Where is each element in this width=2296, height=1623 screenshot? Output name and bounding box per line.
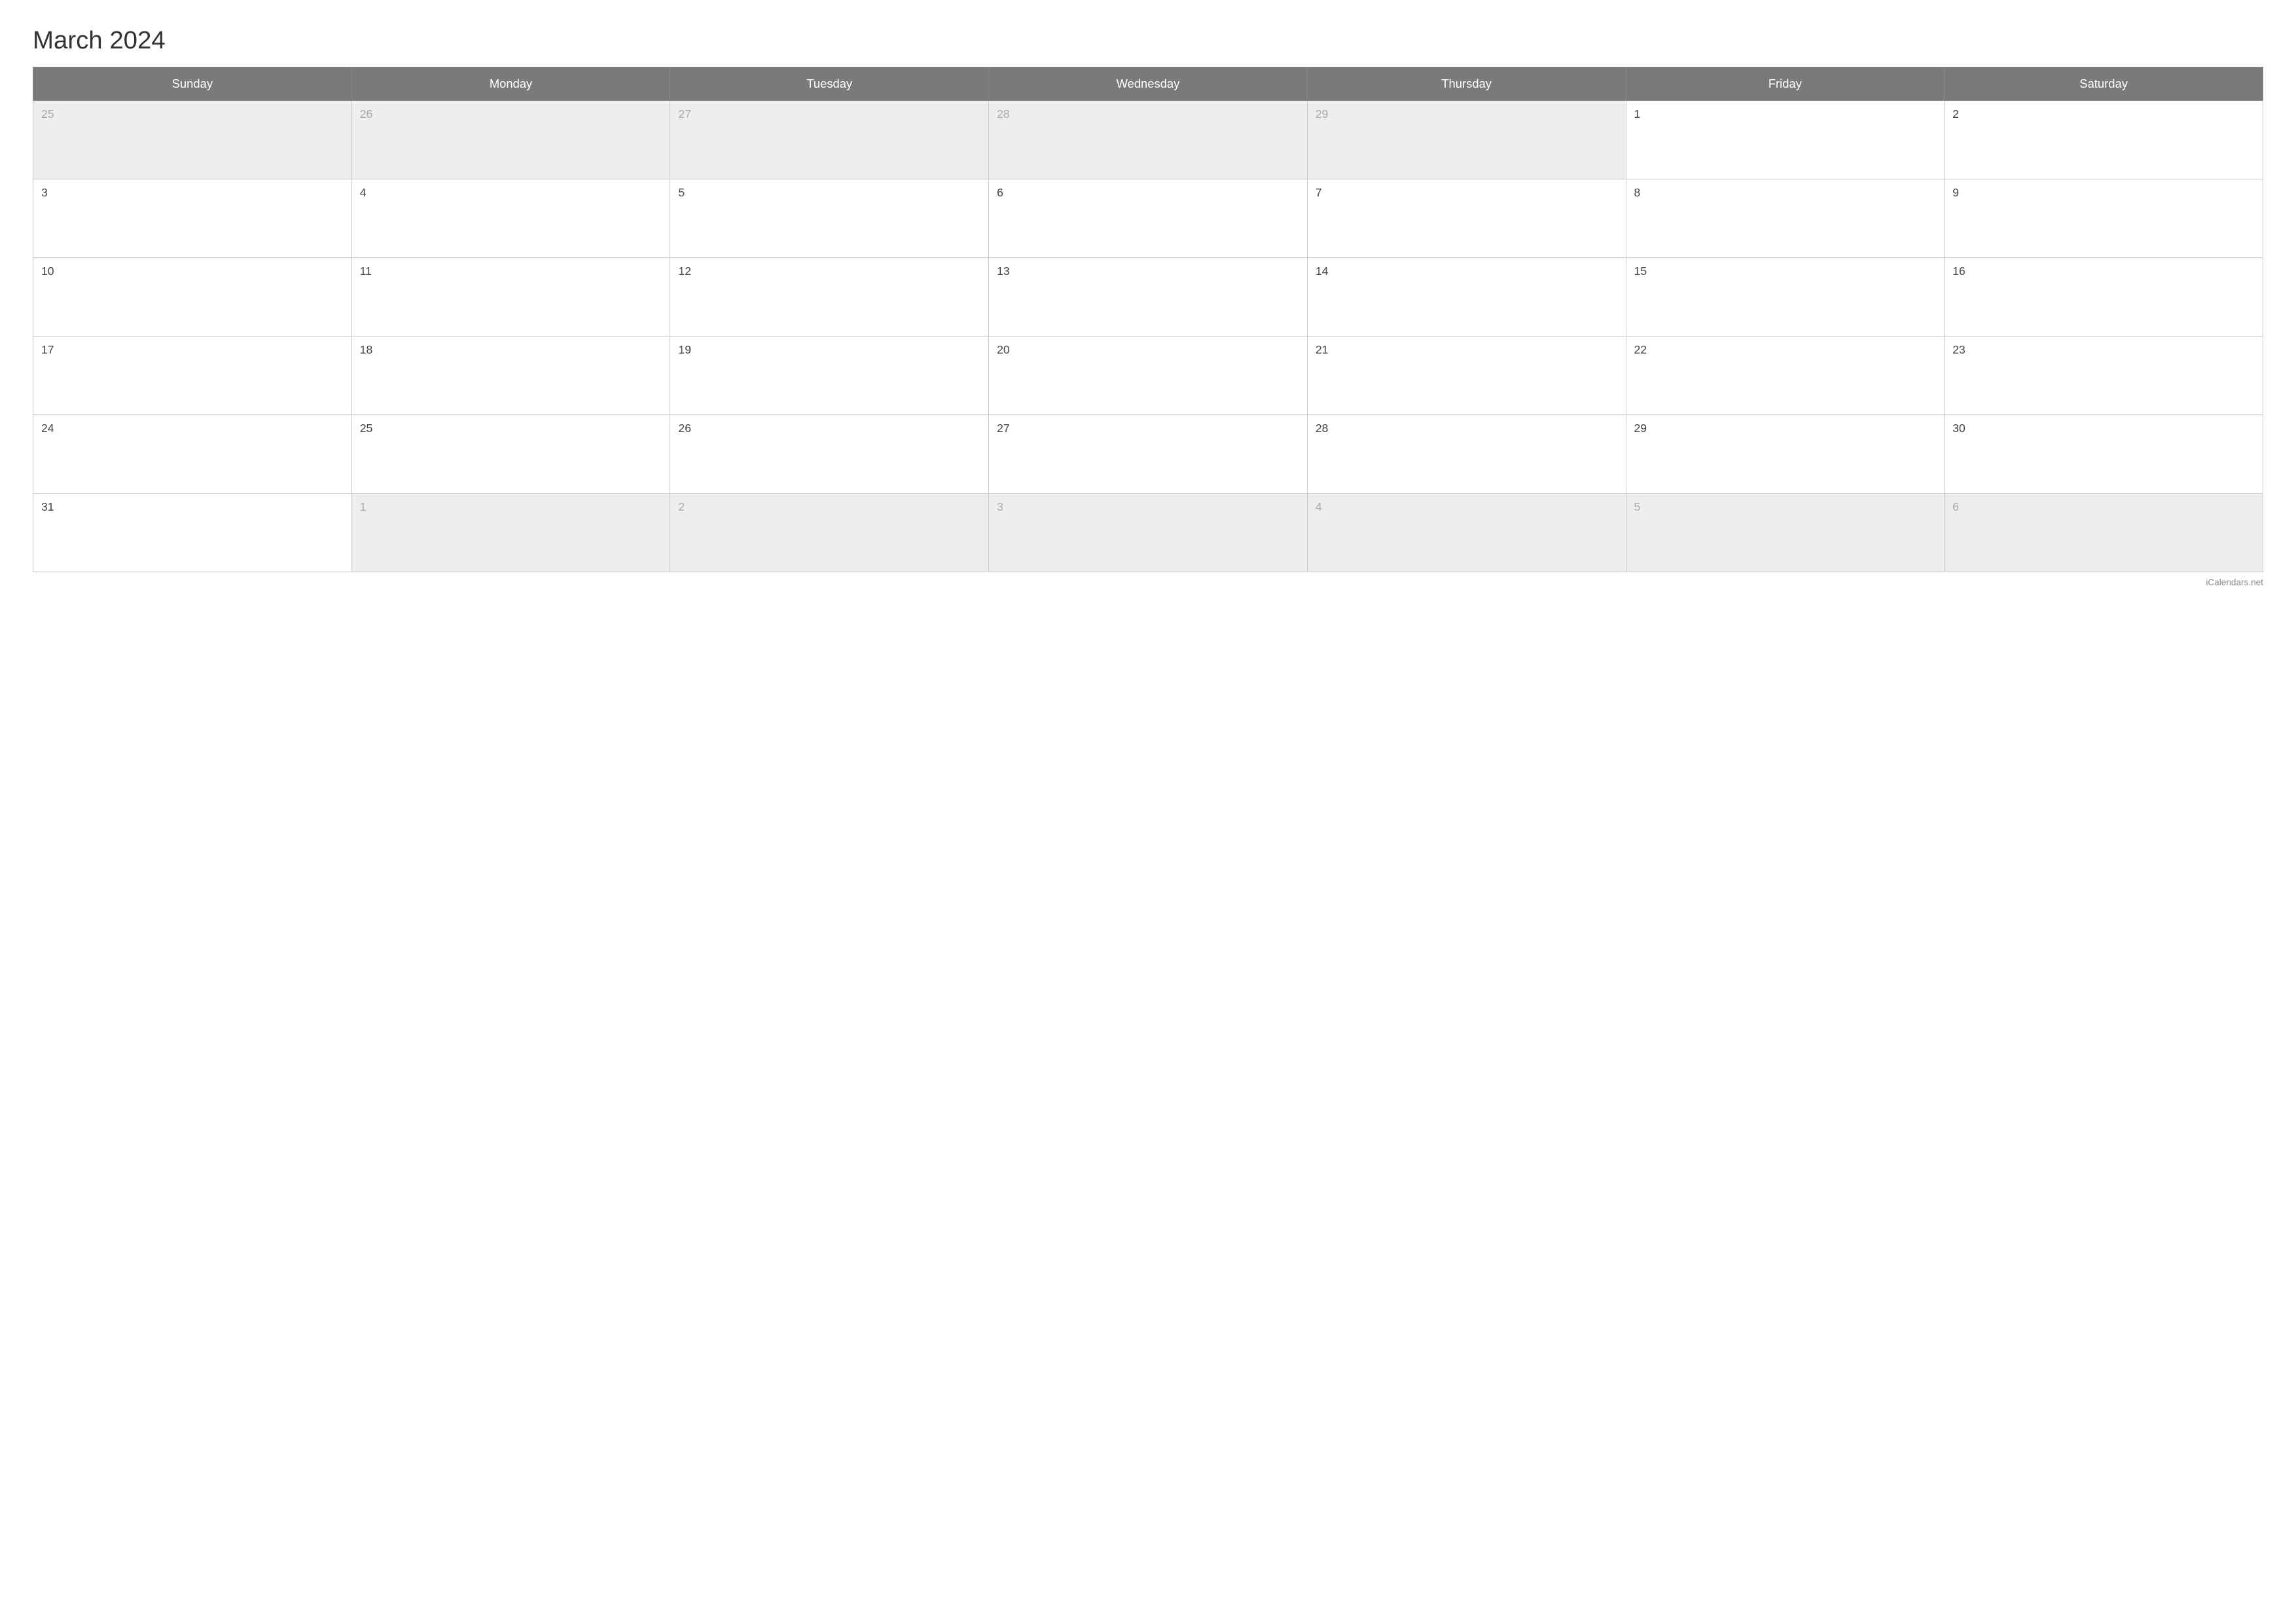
calendar-cell: 29 xyxy=(1626,415,1945,494)
calendar-cell: 2 xyxy=(670,494,989,572)
calendar-cell: 12 xyxy=(670,258,989,337)
calendar-cell: 2 xyxy=(1945,101,2263,179)
calendar-cell: 19 xyxy=(670,337,989,415)
calendar-week-row: 24252627282930 xyxy=(33,415,2263,494)
calendar-cell: 31 xyxy=(33,494,352,572)
calendar-cell: 28 xyxy=(1307,415,1626,494)
calendar-cell: 26 xyxy=(670,415,989,494)
calendar-week-row: 10111213141516 xyxy=(33,258,2263,337)
calendar-cell: 27 xyxy=(670,101,989,179)
calendar-cell: 5 xyxy=(1626,494,1945,572)
calendar-cell: 6 xyxy=(1945,494,2263,572)
calendar-body: 2526272829123456789101112131415161718192… xyxy=(33,101,2263,572)
calendar-cell: 24 xyxy=(33,415,352,494)
calendar-header-tuesday: Tuesday xyxy=(670,67,989,101)
calendar-week-row: 252627282912 xyxy=(33,101,2263,179)
calendar-cell: 22 xyxy=(1626,337,1945,415)
calendar-cell: 27 xyxy=(989,415,1308,494)
calendar-cell: 21 xyxy=(1307,337,1626,415)
calendar-cell: 4 xyxy=(351,179,670,258)
calendar-header-row: SundayMondayTuesdayWednesdayThursdayFrid… xyxy=(33,67,2263,101)
calendar-cell: 3 xyxy=(33,179,352,258)
calendar-week-row: 31123456 xyxy=(33,494,2263,572)
calendar-cell: 1 xyxy=(1626,101,1945,179)
calendar-cell: 25 xyxy=(351,415,670,494)
calendar-cell: 29 xyxy=(1307,101,1626,179)
calendar-header-thursday: Thursday xyxy=(1307,67,1626,101)
calendar-cell: 8 xyxy=(1626,179,1945,258)
page-title: March 2024 xyxy=(33,26,2263,55)
calendar-cell: 5 xyxy=(670,179,989,258)
footer-credit: iCalendars.net xyxy=(33,577,2263,587)
calendar-cell: 18 xyxy=(351,337,670,415)
calendar-cell: 1 xyxy=(351,494,670,572)
calendar-cell: 15 xyxy=(1626,258,1945,337)
calendar-header-monday: Monday xyxy=(351,67,670,101)
calendar-cell: 10 xyxy=(33,258,352,337)
calendar-cell: 13 xyxy=(989,258,1308,337)
calendar-cell: 28 xyxy=(989,101,1308,179)
calendar-cell: 7 xyxy=(1307,179,1626,258)
calendar-week-row: 3456789 xyxy=(33,179,2263,258)
calendar-cell: 17 xyxy=(33,337,352,415)
calendar-table: SundayMondayTuesdayWednesdayThursdayFrid… xyxy=(33,67,2263,572)
calendar-header-sunday: Sunday xyxy=(33,67,352,101)
calendar-cell: 11 xyxy=(351,258,670,337)
calendar-cell: 30 xyxy=(1945,415,2263,494)
calendar-header-friday: Friday xyxy=(1626,67,1945,101)
calendar-cell: 26 xyxy=(351,101,670,179)
calendar-cell: 20 xyxy=(989,337,1308,415)
calendar-cell: 3 xyxy=(989,494,1308,572)
calendar-header-saturday: Saturday xyxy=(1945,67,2263,101)
calendar-cell: 14 xyxy=(1307,258,1626,337)
calendar-cell: 6 xyxy=(989,179,1308,258)
calendar-cell: 4 xyxy=(1307,494,1626,572)
calendar-cell: 9 xyxy=(1945,179,2263,258)
calendar-cell: 23 xyxy=(1945,337,2263,415)
calendar-cell: 16 xyxy=(1945,258,2263,337)
calendar-header-wednesday: Wednesday xyxy=(989,67,1308,101)
calendar-cell: 25 xyxy=(33,101,352,179)
calendar-week-row: 17181920212223 xyxy=(33,337,2263,415)
